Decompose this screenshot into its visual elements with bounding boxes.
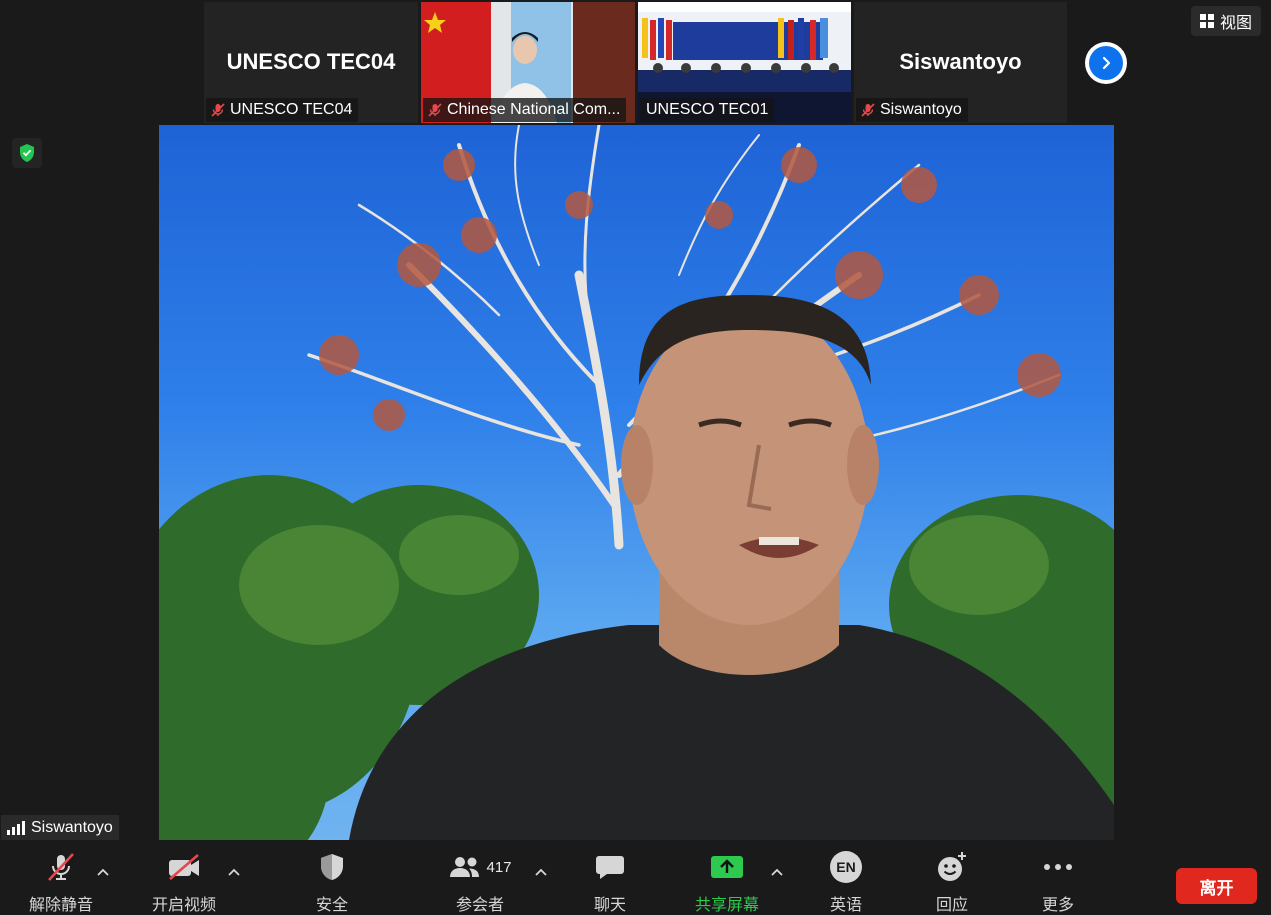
thumbnail-center-name: Siswantoyo (899, 49, 1022, 74)
chevron-up-icon (228, 868, 240, 876)
mic-muted-icon (428, 103, 442, 117)
leave-meeting-button[interactable]: 离开 (1176, 868, 1257, 904)
participants-icon (450, 857, 480, 877)
thumbnail-label: UNESCO TEC01 (640, 98, 775, 122)
thumbnail-center-name: UNESCO TEC04 (226, 49, 396, 74)
thumbnail-unesco-tec04[interactable]: UNESCO TEC04 UNESCO TEC04 (204, 2, 418, 123)
thumbnail-label-text: UNESCO TEC04 (230, 101, 353, 118)
share-screen-label: 共享屏幕 (694, 897, 759, 914)
chevron-up-icon (535, 868, 547, 876)
smiley-plus-icon (938, 852, 966, 881)
active-speaker-name: Siswantoyo (31, 818, 113, 836)
mic-muted-icon (211, 103, 225, 117)
next-page-button[interactable] (1085, 42, 1127, 84)
audio-options-caret[interactable] (96, 865, 110, 879)
speaker-video-frame (159, 125, 1114, 840)
share-options-caret[interactable] (770, 865, 784, 879)
meeting-toolbar: 解除静音 开启视频 安全 417 参会者 聊天 共享屏幕 EN 英语 回应 更多 (0, 845, 1271, 915)
thumbnail-label: UNESCO TEC04 (206, 98, 359, 122)
share-screen-icon (711, 856, 743, 878)
unmute-label: 解除静音 (28, 897, 93, 914)
language-badge-text: EN (836, 859, 856, 875)
thumbnail-label-text: UNESCO TEC01 (646, 101, 769, 118)
shield-icon (321, 854, 343, 880)
main-speaker-video (159, 125, 1114, 840)
chat-label: 聊天 (593, 897, 626, 914)
reactions-button[interactable]: 回应 (922, 845, 982, 915)
participants-options-caret[interactable] (534, 865, 548, 879)
chevron-up-icon (97, 868, 109, 876)
thumbnail-label: Chinese National Com... (423, 98, 627, 122)
video-options-caret[interactable] (227, 865, 241, 879)
grid-icon (1199, 14, 1214, 28)
participant-count: 417 (486, 858, 512, 876)
chat-bubble-icon (596, 856, 624, 879)
language-label: 英语 (829, 897, 862, 914)
start-video-label: 开启视频 (151, 897, 216, 914)
video-off-icon (169, 854, 199, 880)
more-dots-icon (1044, 864, 1072, 870)
encryption-shield-icon[interactable] (12, 138, 42, 168)
reactions-label: 回应 (935, 897, 968, 914)
share-screen-button[interactable]: 共享屏幕 (688, 845, 766, 915)
security-button[interactable]: 安全 (302, 845, 362, 915)
signal-bars-icon (7, 820, 25, 835)
start-video-button[interactable]: 开启视频 (145, 845, 223, 915)
chevron-up-icon (771, 868, 783, 876)
mic-muted-icon (861, 103, 875, 117)
language-interpretation-button[interactable]: EN 英语 (816, 845, 876, 915)
thumbnail-label-text: Siswantoyo (880, 101, 962, 118)
unmute-button[interactable]: 解除静音 (22, 845, 100, 915)
thumbnail-label: Siswantoyo (856, 98, 968, 122)
thumbnail-unesco-tec01[interactable]: UNESCO TEC01 (638, 2, 851, 123)
active-speaker-label: Siswantoyo (1, 815, 119, 840)
view-button-label: 视图 (1219, 15, 1252, 32)
participants-label: 参会者 (455, 897, 504, 914)
more-label: 更多 (1041, 897, 1074, 914)
thumbnail-chinese-commission[interactable]: Chinese National Com... (421, 2, 635, 123)
language-badge-icon: EN (830, 851, 862, 883)
mic-muted-icon (48, 853, 74, 881)
chevron-right-icon (1089, 46, 1123, 80)
thumbnail-label-text: Chinese National Com... (447, 101, 621, 118)
chat-button[interactable]: 聊天 (580, 845, 640, 915)
participants-button[interactable]: 417 参会者 (440, 845, 520, 915)
view-button[interactable]: 视图 (1191, 6, 1261, 36)
security-label: 安全 (315, 897, 348, 914)
more-button[interactable]: 更多 (1028, 845, 1088, 915)
thumbnail-siswantoyo[interactable]: Siswantoyo Siswantoyo (854, 2, 1067, 123)
